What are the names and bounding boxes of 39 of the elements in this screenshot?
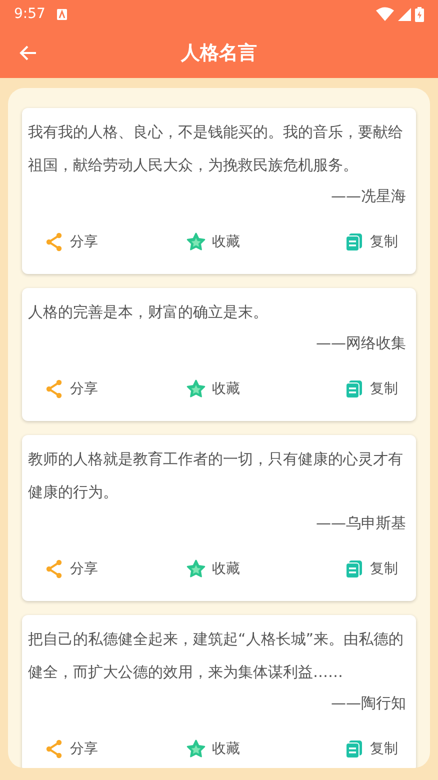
battery-icon [415,6,424,22]
share-icon [44,739,64,759]
wifi-icon [376,7,394,21]
quote-author: ——陶行知 [330,693,407,714]
page-title: 人格名言 [181,42,257,64]
copy-button[interactable]: 复制 [342,230,400,254]
notification-icon [57,8,68,20]
share-icon [44,559,64,579]
share-button[interactable]: 分享 [42,230,100,254]
copy-icon [344,559,364,579]
quote-author: ——网络收集 [315,333,407,354]
star-icon [186,232,206,252]
star-icon [186,379,206,399]
share-icon [44,232,64,252]
quote-author: ——冼星海 [330,186,407,207]
share-button[interactable]: 分享 [42,557,100,581]
quote-author: ——乌申斯基 [315,513,407,534]
quote-text: 我有我的人格、良心，不是钱能买的。我的音乐，要献给祖国，献给劳动人民大众，为挽救民族危机服务。 [28,122,404,176]
copy-button[interactable]: 复制 [342,737,400,761]
copy-button[interactable]: 复制 [342,377,400,401]
copy-button[interactable]: 复制 [342,557,400,581]
copy-icon [344,232,364,252]
status-time: 9:57 [14,6,46,22]
copy-icon [344,739,364,759]
favorite-button[interactable]: 收藏 [184,737,242,761]
quote-text: 教师的人格就是教育工作者的一切，只有健康的心灵才有健康的行为。 [28,449,404,503]
share-button[interactable]: 分享 [42,737,100,761]
favorite-button[interactable]: 收藏 [184,230,242,254]
favorite-button[interactable]: 收藏 [184,557,242,581]
share-icon [44,379,64,399]
favorite-button[interactable]: 收藏 [184,377,242,401]
signal-icon [398,8,411,20]
quote-text: 人格的完善是本，财富的确立是末。 [28,302,269,323]
back-icon[interactable] [18,43,38,63]
star-icon [186,559,206,579]
star-icon [186,739,206,759]
quote-text: 把自己的私德健全起来，建筑起“人格长城”来。由私德的健全，而扩大公德的效用，来为集体谋利益…… [28,629,405,683]
copy-icon [344,379,364,399]
share-button[interactable]: 分享 [42,377,100,401]
